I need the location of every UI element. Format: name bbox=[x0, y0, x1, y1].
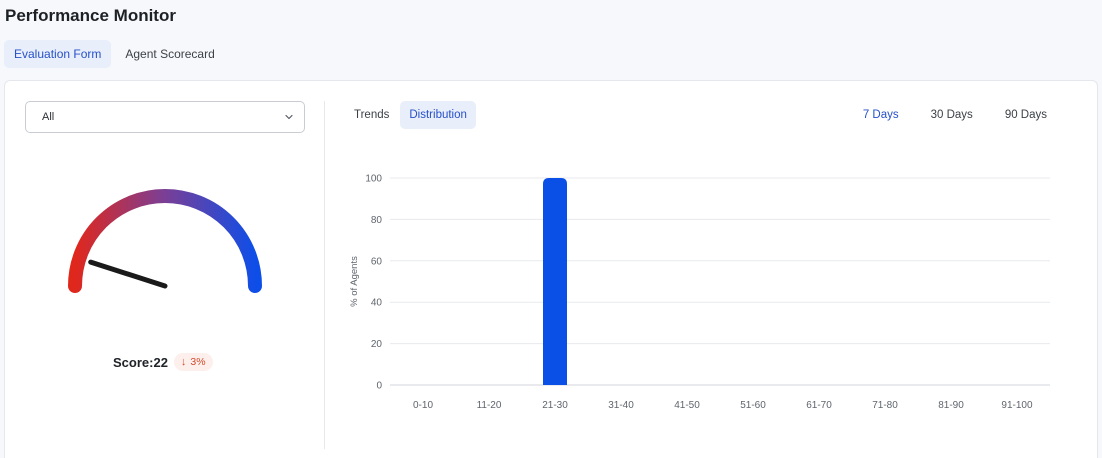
x-tick-label: 51-60 bbox=[740, 400, 766, 411]
arrow-down-icon: ↓ bbox=[180, 356, 187, 368]
range-tabs: 7 Days 30 Days 90 Days bbox=[847, 101, 1063, 129]
filter-select[interactable]: All bbox=[25, 101, 305, 133]
range-90-days[interactable]: 90 Days bbox=[989, 101, 1063, 129]
top-tabs: Evaluation Form Agent Scorecard bbox=[4, 40, 225, 68]
x-tick-label: 41-50 bbox=[674, 400, 700, 411]
distribution-chart: 0 20 40 60 80 100 % of Agents 0-10 11-20 21-30 31-… bbox=[349, 174, 1050, 411]
y-axis-label: % of Agents bbox=[349, 256, 360, 307]
y-tick-label: 20 bbox=[371, 339, 383, 350]
x-tick-label: 0-10 bbox=[413, 400, 433, 411]
tab-distribution[interactable]: Distribution bbox=[400, 101, 476, 129]
change-value: 3% bbox=[190, 356, 206, 368]
x-tick-label: 21-30 bbox=[542, 400, 568, 411]
bar bbox=[543, 178, 567, 385]
x-tick-label: 11-20 bbox=[477, 400, 502, 411]
gauge-needle bbox=[88, 259, 168, 289]
score-gauge bbox=[68, 189, 262, 293]
range-30-days[interactable]: 30 Days bbox=[915, 101, 989, 129]
filter-select-value: All bbox=[42, 111, 55, 123]
page-title: Performance Monitor bbox=[5, 6, 176, 25]
main-card: All Score:22 ↓ 3% Trends Distribution 7 … bbox=[4, 80, 1098, 458]
change-badge: ↓ 3% bbox=[173, 353, 213, 371]
score-row: Score:22 ↓ 3% bbox=[113, 353, 213, 371]
divider bbox=[324, 101, 325, 449]
y-tick-label: 40 bbox=[371, 298, 383, 309]
x-tick-label: 81-90 bbox=[938, 400, 964, 411]
tab-trends[interactable]: Trends bbox=[345, 101, 398, 129]
x-tick-label: 71-80 bbox=[872, 400, 898, 411]
x-tick-label: 31-40 bbox=[608, 400, 634, 411]
score-text: Score:22 bbox=[113, 354, 168, 370]
y-tick-label: 0 bbox=[376, 381, 382, 392]
chevron-down-icon bbox=[285, 114, 293, 120]
tab-agent-scorecard[interactable]: Agent Scorecard bbox=[115, 40, 224, 68]
gauge-arc bbox=[68, 189, 262, 293]
range-7-days[interactable]: 7 Days bbox=[847, 101, 915, 129]
chart-tabs: Trends Distribution bbox=[345, 101, 476, 129]
x-tick-label: 91-100 bbox=[1001, 400, 1033, 411]
tab-evaluation-form[interactable]: Evaluation Form bbox=[4, 40, 112, 68]
y-tick-label: 80 bbox=[371, 215, 383, 226]
y-tick-label: 100 bbox=[365, 174, 382, 185]
y-tick-label: 60 bbox=[371, 256, 383, 267]
x-tick-label: 61-70 bbox=[806, 400, 832, 411]
